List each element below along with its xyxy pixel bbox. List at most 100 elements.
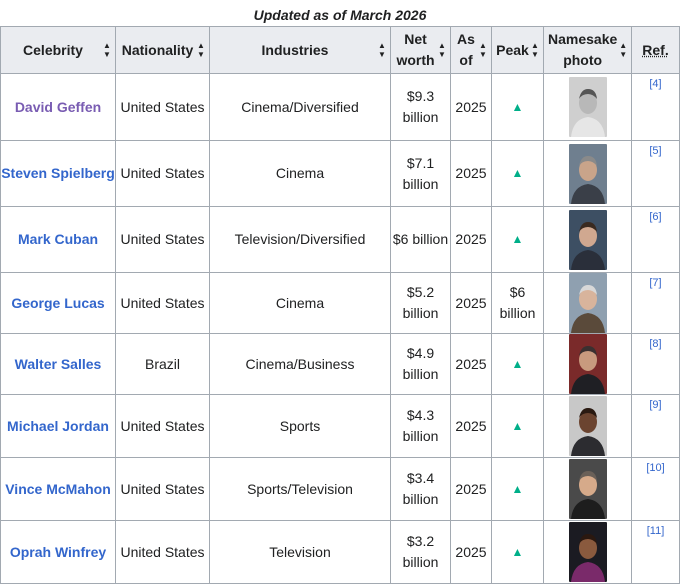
- as-of-cell: 2025: [450, 206, 492, 273]
- celebrity-link[interactable]: Oprah Winfrey: [10, 544, 106, 560]
- header-label: Industries: [261, 41, 329, 58]
- sort-arrows-icon[interactable]: ▲ ▼: [378, 41, 386, 59]
- photo-cell: [543, 394, 632, 458]
- nationality-cell: United States: [115, 520, 210, 584]
- header-label: Nationality: [121, 41, 194, 58]
- header-peak[interactable]: Peak ▲ ▼: [491, 26, 544, 74]
- increase-arrow-icon: ▲: [491, 140, 544, 207]
- peak-cell: $6 billion: [491, 272, 544, 334]
- header-ref[interactable]: Ref.: [631, 26, 680, 74]
- namesake-photo[interactable]: [568, 459, 607, 519]
- sort-arrows-icon[interactable]: ▲ ▼: [103, 41, 111, 59]
- reference-link[interactable]: [8]: [649, 334, 661, 355]
- header-as-of[interactable]: As of ▲ ▼: [450, 26, 492, 74]
- reference-link[interactable]: [10]: [646, 458, 664, 479]
- sort-arrows-icon[interactable]: ▲ ▼: [479, 41, 487, 59]
- ref-cell: [11]: [631, 520, 680, 584]
- photo-cell: [543, 457, 632, 521]
- photo-cell: [543, 206, 632, 273]
- ref-cell: [6]: [631, 206, 680, 273]
- net-worth-cell: $3.4 billion: [390, 457, 451, 521]
- nationality-cell: United States: [115, 206, 210, 273]
- namesake-photo[interactable]: [568, 77, 607, 137]
- celebrity-link[interactable]: Mark Cuban: [18, 231, 98, 247]
- as-of-cell: 2025: [450, 73, 492, 141]
- nationality-cell: United States: [115, 394, 210, 458]
- namesake-photo[interactable]: [568, 334, 607, 394]
- celebrity-cell: Steven Spielberg: [0, 140, 116, 207]
- as-of-cell: 2025: [450, 520, 492, 584]
- net-worth-cell: $6 billion: [390, 206, 451, 273]
- industries-cell: Television/Diversified: [209, 206, 391, 273]
- namesake-photo[interactable]: [568, 522, 607, 582]
- namesake-photo[interactable]: [568, 396, 607, 456]
- nationality-cell: United States: [115, 73, 210, 141]
- as-of-cell: 2025: [450, 140, 492, 207]
- celebrity-cell: David Geffen: [0, 73, 116, 141]
- as-of-cell: 2025: [450, 394, 492, 458]
- table-row: Mark Cuban United States Television/Dive…: [0, 206, 680, 273]
- celebrity-link[interactable]: Steven Spielberg: [1, 165, 115, 181]
- celebrity-link[interactable]: Walter Salles: [15, 356, 102, 372]
- increase-arrow-icon: ▲: [491, 73, 544, 141]
- namesake-photo[interactable]: [568, 273, 607, 333]
- celebrity-cell: Michael Jordan: [0, 394, 116, 458]
- sort-arrows-icon[interactable]: ▲ ▼: [438, 41, 446, 59]
- photo-cell: [543, 73, 632, 141]
- header-nationality[interactable]: Nationality ▲ ▼: [115, 26, 210, 74]
- celebrity-link[interactable]: Michael Jordan: [7, 418, 109, 434]
- ref-cell: [10]: [631, 457, 680, 521]
- celebrity-cell: Oprah Winfrey: [0, 520, 116, 584]
- increase-arrow-icon: ▲: [491, 206, 544, 273]
- header-photo[interactable]: Namesake photo ▲ ▼: [543, 26, 632, 74]
- photo-cell: [543, 333, 632, 395]
- reference-link[interactable]: [9]: [649, 395, 661, 416]
- industries-cell: Television: [209, 520, 391, 584]
- net-worth-cell: $7.1 billion: [390, 140, 451, 207]
- industries-cell: Cinema: [209, 272, 391, 334]
- net-worth-cell: $5.2 billion: [390, 272, 451, 334]
- nationality-cell: United States: [115, 272, 210, 334]
- photo-cell: [543, 140, 632, 207]
- as-of-cell: 2025: [450, 272, 492, 334]
- namesake-photo[interactable]: [568, 143, 607, 204]
- as-of-cell: 2025: [450, 457, 492, 521]
- header-industries[interactable]: Industries ▲ ▼: [209, 26, 391, 74]
- industries-cell: Sports: [209, 394, 391, 458]
- reference-link[interactable]: [6]: [649, 207, 661, 228]
- celebrity-link[interactable]: David Geffen: [15, 99, 101, 115]
- header-net-worth[interactable]: Net worth ▲ ▼: [390, 26, 451, 74]
- net-worth-cell: $4.9 billion: [390, 333, 451, 395]
- reference-link[interactable]: [11]: [647, 521, 665, 542]
- as-of-cell: 2025: [450, 333, 492, 395]
- ref-cell: [5]: [631, 140, 680, 207]
- header-celebrity[interactable]: Celebrity ▲ ▼: [0, 26, 116, 74]
- celebrity-link[interactable]: George Lucas: [11, 295, 104, 311]
- sort-arrows-icon[interactable]: ▲ ▼: [619, 41, 627, 59]
- reference-link[interactable]: [5]: [649, 141, 661, 162]
- increase-arrow-icon: ▲: [491, 394, 544, 458]
- sort-arrows-icon[interactable]: ▲ ▼: [531, 41, 539, 59]
- ref-cell: [7]: [631, 272, 680, 334]
- ref-cell: [9]: [631, 394, 680, 458]
- reference-link[interactable]: [4]: [649, 74, 661, 95]
- celebrity-link[interactable]: Vince McMahon: [5, 481, 111, 497]
- increase-arrow-icon: ▲: [491, 520, 544, 584]
- photo-cell: [543, 272, 632, 334]
- net-worth-cell: $4.3 billion: [390, 394, 451, 458]
- industries-cell: Sports/Television: [209, 457, 391, 521]
- celebrity-cell: Mark Cuban: [0, 206, 116, 273]
- header-row: Celebrity ▲ ▼ Nationality ▲ ▼ Industries ▲ ▼ N…: [0, 26, 680, 74]
- table-row: Vince McMahon United States Sports/Telev…: [0, 457, 680, 521]
- net-worth-cell: $3.2 billion: [390, 520, 451, 584]
- nationality-cell: Brazil: [115, 333, 210, 395]
- header-label: Peak: [496, 41, 529, 58]
- increase-arrow-icon: ▲: [491, 457, 544, 521]
- celebrity-cell: George Lucas: [0, 272, 116, 334]
- celebrity-cell: Vince McMahon: [0, 457, 116, 521]
- reference-link[interactable]: [7]: [649, 273, 661, 294]
- billionaires-table: Celebrity ▲ ▼ Nationality ▲ ▼ Industries ▲ ▼ N…: [0, 26, 680, 584]
- namesake-photo[interactable]: [568, 209, 607, 270]
- table-caption: Updated as of March 2026: [253, 7, 427, 23]
- sort-arrows-icon[interactable]: ▲ ▼: [197, 41, 205, 59]
